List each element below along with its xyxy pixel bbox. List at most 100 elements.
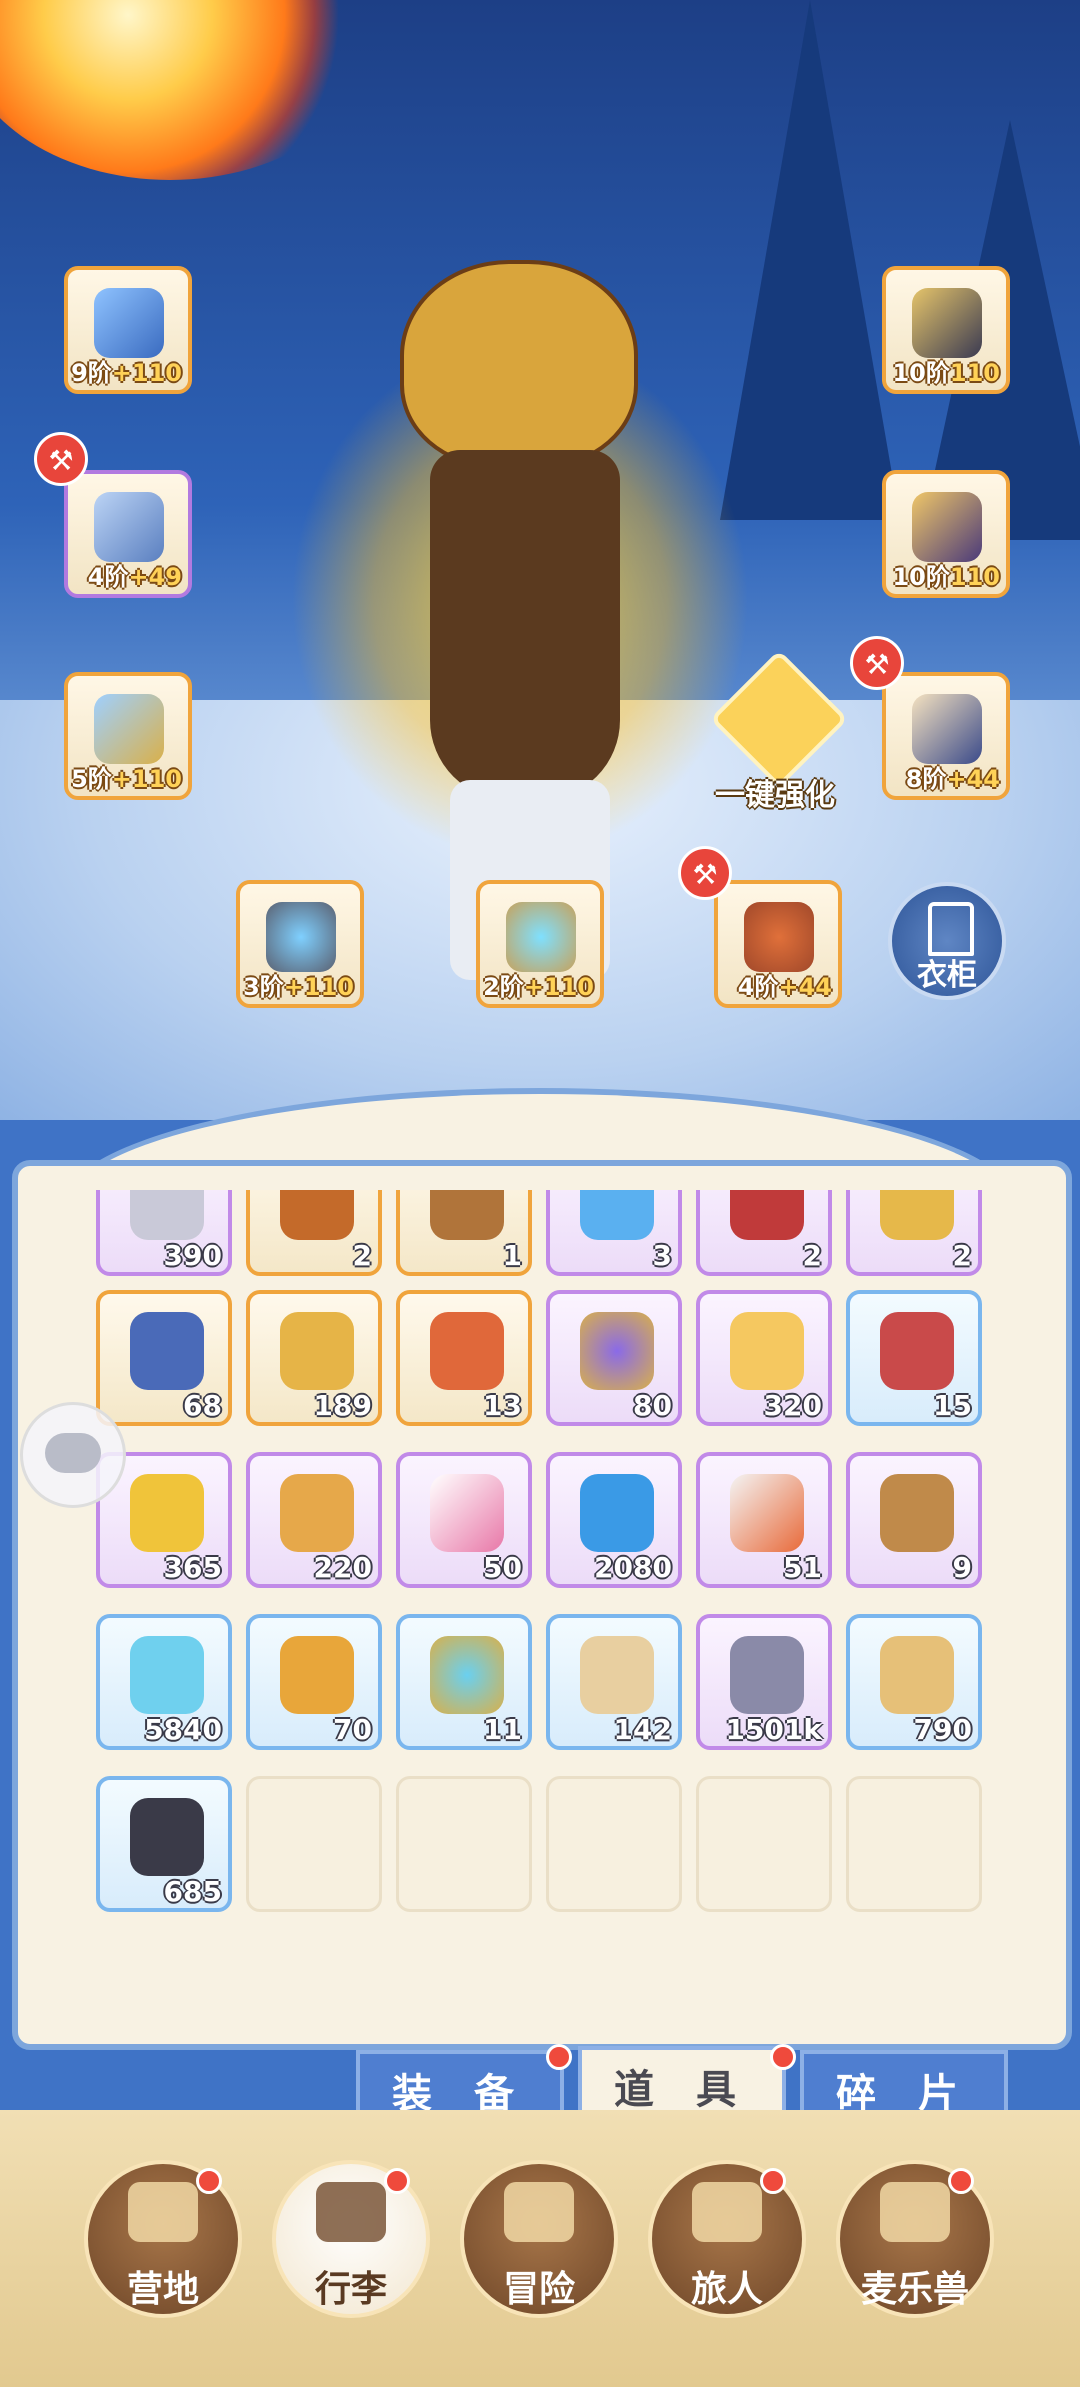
chest-armor-icon [94,492,164,562]
equip-slot-gauntlet[interactable]: 10阶110 [882,470,1010,598]
traveler-face-icon [692,2182,762,2242]
equip-slot-helmet[interactable]: 10阶110 [882,266,1010,394]
blue-card-icon [130,1312,204,1390]
enhance-hammer-icon [709,649,849,789]
inventory-item[interactable]: 685 [96,1776,232,1912]
nav-pet[interactable]: 麦乐兽 [836,2160,994,2340]
equip-slot-boots[interactable]: 8阶+44 [882,672,1010,800]
inventory-item[interactable]: 50 [396,1452,532,1588]
equip-level: 2阶+110 [483,973,594,1001]
inventory-item[interactable]: 11 [396,1614,532,1750]
inventory-item[interactable]: 1501k [696,1614,832,1750]
notification-dot [760,2168,786,2194]
equip-slot-weapon[interactable]: 9阶+110 [64,266,192,394]
equip-level: 9阶+110 [71,359,182,387]
castle-icon [128,2182,198,2242]
nav-adventure-label: 冒险 [502,2269,575,2310]
gold-card-icon [280,1312,354,1390]
upgrade-hammer-icon: ⚒ [850,636,904,690]
one-key-enhance-button[interactable]: 一键强化 [705,649,849,820]
inventory-item[interactable]: 15 [846,1290,982,1426]
nav-pet-label: 麦乐兽 [860,2269,969,2310]
inventory-item[interactable]: 390 [96,1190,232,1276]
fireball-effect [0,0,380,180]
inventory-item[interactable]: 1 [396,1190,532,1276]
nav-adventure[interactable]: 冒险 [460,2160,618,2340]
inventory-item[interactable]: 320 [696,1290,832,1426]
empty-slot [696,1776,832,1912]
inventory-item[interactable]: 2 [696,1190,832,1276]
pine-tree [720,0,900,520]
leg-armor-icon [94,694,164,764]
inventory-item[interactable]: 9 [846,1452,982,1588]
notification-dot [770,2044,796,2070]
wardrobe-icon [928,902,974,956]
empty-slot [396,1776,532,1912]
inventory-item[interactable]: 13 [396,1290,532,1426]
chest-icon [316,2182,386,2242]
nav-camp-label: 营地 [126,2269,199,2310]
cat-mirror-icon [580,1312,654,1390]
inventory-item[interactable]: 220 [246,1452,382,1588]
sword-icon [280,1190,354,1240]
hero-head [400,260,638,468]
equip-level: 10阶110 [892,563,1000,591]
wardrobe-button[interactable]: 衣柜 [888,882,1006,1000]
inventory-item[interactable]: 2 [846,1190,982,1276]
cheese-icon [730,1312,804,1390]
book-icon [880,1474,954,1552]
pet-face-icon [880,2182,950,2242]
hero-body [430,450,620,800]
equip-level: 5阶+110 [71,765,182,793]
chat-button[interactable] [20,1402,126,1508]
notification-dot [948,2168,974,2194]
inventory-item[interactable]: 5840 [96,1614,232,1750]
wardrobe-label: 衣柜 [917,958,977,993]
inventory-item[interactable]: 51 [696,1452,832,1588]
inventory-item[interactable]: 70 [246,1614,382,1750]
inventory-item[interactable]: 3 [546,1190,682,1276]
meat-icon [880,1312,954,1390]
inventory-item[interactable]: 2080 [546,1452,682,1588]
inventory-grid[interactable]: 390 2 1 3 2 2 68 189 13 80 320 15 365 22… [96,1190,986,1920]
potion-icon [580,1190,654,1240]
ticket-icon [730,1474,804,1552]
inventory-item[interactable]: 189 [246,1290,382,1426]
equip-slot-pants[interactable]: 5阶+110 [64,672,192,800]
empty-slot [846,1776,982,1912]
inventory-item[interactable]: 2 [246,1190,382,1276]
scroll-card-icon [880,1636,954,1714]
equip-slot-ring[interactable]: 3阶+110 [236,880,364,1008]
nav-luggage[interactable]: 行李 [272,2160,430,2340]
nav-traveler[interactable]: 旅人 [648,2160,806,2340]
equip-level: 4阶+49 [87,563,182,591]
gem-red-icon [730,1190,804,1240]
ore-icon [130,1798,204,1876]
nav-luggage-label: 行李 [314,2269,387,2310]
equip-level: 4阶+44 [737,973,832,1001]
equip-level: 8阶+44 [905,765,1000,793]
inventory-item[interactable]: 68 [96,1290,232,1426]
inventory-item[interactable]: 790 [846,1614,982,1750]
inventory-item[interactable]: 80 [546,1290,682,1426]
amber-icon [280,1636,354,1714]
empty-slot [546,1776,682,1912]
boot-item-icon [430,1190,504,1240]
helmet-icon [912,288,982,358]
halberd-icon [94,288,164,358]
key-icon [880,1190,954,1240]
inventory-item[interactable]: 142 [546,1614,682,1750]
equip-slot-armor[interactable]: 4阶+49 [64,470,192,598]
upgrade-hammer-icon: ⚒ [678,846,732,900]
tube-icon [430,1474,504,1552]
equip-slot-necklace[interactable]: 2阶+110 [476,880,604,1008]
notification-dot [546,2044,572,2070]
necklace-icon [506,902,576,972]
upgrade-hammer-icon: ⚒ [34,432,88,486]
cat-mirror-blue-icon [430,1636,504,1714]
ring-icon [266,902,336,972]
nav-camp[interactable]: 营地 [84,2160,242,2340]
crystal-icon [130,1636,204,1714]
charm-icon [744,902,814,972]
equip-slot-charm[interactable]: 4阶+44 [714,880,842,1008]
